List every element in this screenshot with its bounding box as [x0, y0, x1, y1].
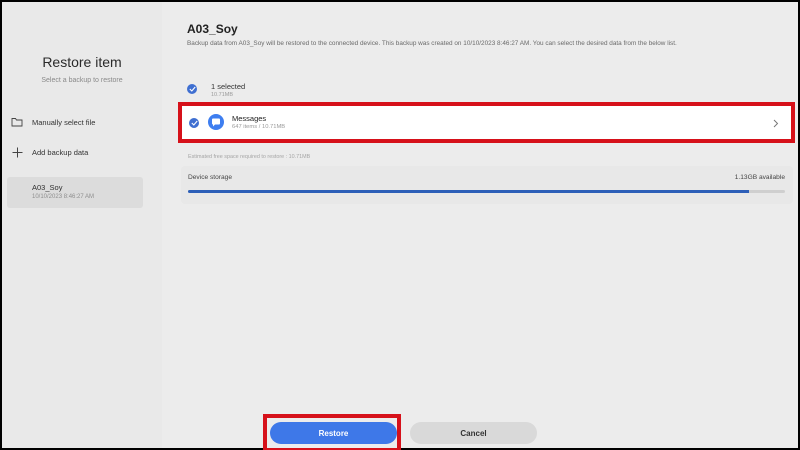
- messages-meta: 647 items / 10.71MB: [232, 124, 286, 130]
- backup-date: 10/10/2023 8:46:27 AM: [32, 194, 95, 200]
- check-icon[interactable]: [189, 118, 199, 128]
- storage-label: Device storage: [188, 174, 232, 181]
- messages-item[interactable]: Messages 647 items / 10.71MB: [178, 102, 795, 143]
- sidebar: Restore item Select a backup to restore …: [2, 2, 162, 448]
- storage-bar-fill: [188, 190, 750, 193]
- storage-available: 1.13GB available: [734, 174, 785, 181]
- device-storage-card: Device storage 1.13GB available: [181, 166, 793, 204]
- restore-screen: Restore item Select a backup to restore …: [2, 2, 798, 450]
- messages-icon: [208, 114, 224, 130]
- plus-icon: [10, 145, 24, 159]
- cancel-button[interactable]: Cancel: [410, 422, 537, 444]
- backup-name: A03_Soy: [32, 183, 63, 192]
- folder-icon: [10, 115, 24, 129]
- select-all-row[interactable]: 1 selected 10.71MB: [187, 82, 245, 98]
- messages-label: Messages: [232, 114, 267, 123]
- backup-list-item[interactable]: A03_Soy 10/10/2023 8:46:27 AM: [7, 177, 143, 208]
- add-backup-data-label: Add backup data: [32, 147, 89, 157]
- backup-description: Backup data from A03_Soy will be restore…: [187, 40, 677, 47]
- sidebar-subtitle: Select a backup to restore: [41, 77, 123, 84]
- main-panel: A03_Soy Backup data from A03_Soy will be…: [174, 2, 798, 448]
- restore-button[interactable]: Restore: [270, 422, 397, 444]
- manually-select-file-label: Manually select file: [32, 117, 96, 127]
- check-icon[interactable]: [187, 84, 197, 94]
- page-title: A03_Soy: [187, 22, 238, 36]
- add-backup-data-button[interactable]: Add backup data: [10, 144, 150, 160]
- chevron-right-icon[interactable]: [773, 115, 779, 133]
- storage-bar: [188, 190, 785, 193]
- sidebar-title: Restore item: [42, 54, 122, 70]
- estimated-space: Estimated free space required to restore…: [188, 154, 311, 160]
- selected-count: 1 selected: [211, 82, 246, 91]
- selected-size: 10.71MB: [211, 92, 234, 98]
- manually-select-file-button[interactable]: Manually select file: [10, 114, 150, 130]
